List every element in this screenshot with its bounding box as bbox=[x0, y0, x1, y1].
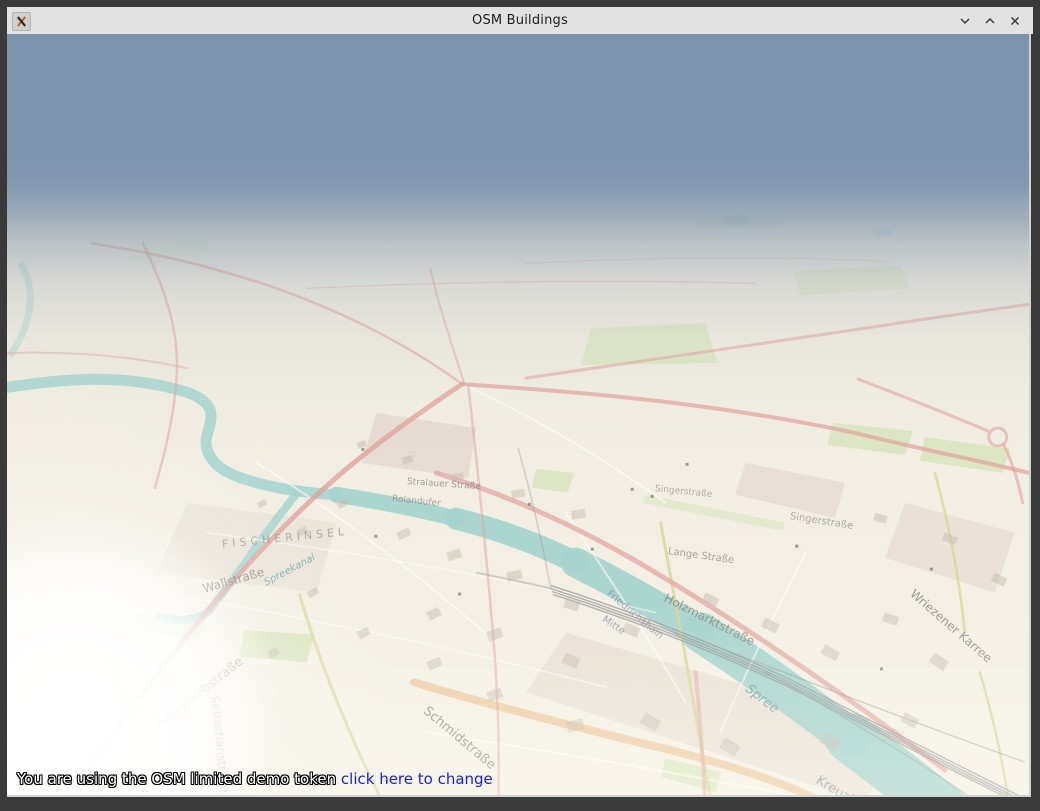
map-viewport[interactable]: Stralauer StraßeRolanduferWallstraßeAlte… bbox=[7, 34, 1031, 797]
change-token-link[interactable]: click here to change bbox=[341, 770, 493, 788]
minimize-button[interactable] bbox=[952, 8, 977, 33]
window-titlebar[interactable]: OSM Buildings bbox=[7, 7, 1033, 34]
maximize-button[interactable] bbox=[977, 8, 1002, 33]
statusbar: You are using the OSM limited demo token… bbox=[17, 770, 493, 789]
window-title: OSM Buildings bbox=[7, 13, 1033, 28]
chevron-down-icon bbox=[958, 14, 972, 28]
close-button[interactable] bbox=[1002, 8, 1027, 33]
app-window: OSM Buildings bbox=[0, 0, 1040, 811]
window-controls bbox=[952, 7, 1027, 34]
map-canvas bbox=[7, 34, 1029, 795]
chevron-up-icon bbox=[983, 14, 997, 28]
close-x-icon bbox=[1008, 14, 1022, 28]
status-message: You are using the OSM limited demo token bbox=[17, 770, 341, 788]
